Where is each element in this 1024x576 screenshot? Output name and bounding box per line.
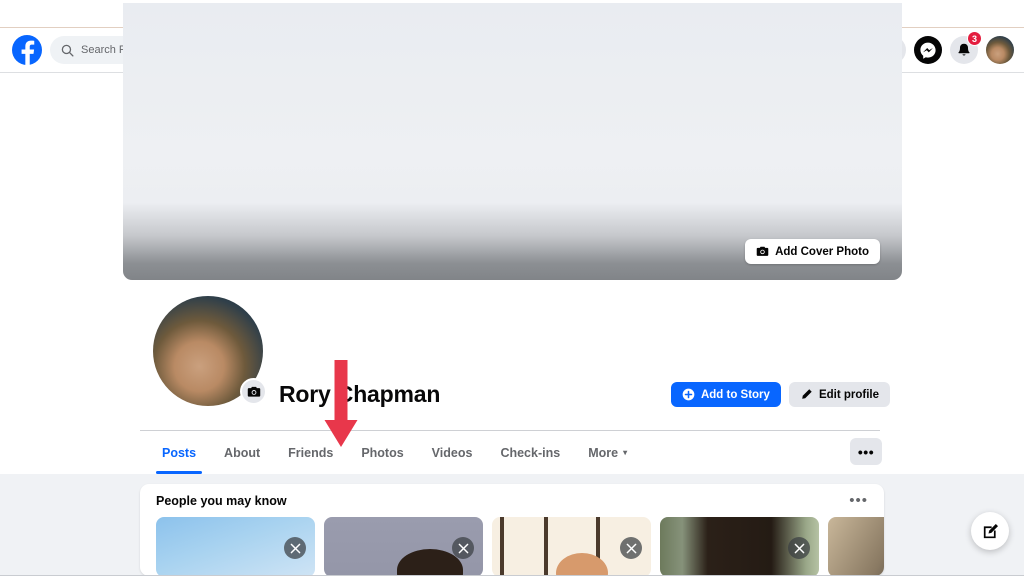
close-glyph bbox=[458, 543, 468, 553]
thumb-detail bbox=[544, 517, 548, 576]
list-item[interactable] bbox=[492, 517, 651, 576]
people-you-may-know-title: People you may know bbox=[156, 493, 287, 508]
account-avatar[interactable] bbox=[986, 36, 1014, 64]
list-item[interactable] bbox=[660, 517, 819, 576]
people-you-may-know-card: People you may know ••• bbox=[140, 484, 884, 576]
tab-photos-label: Photos bbox=[361, 445, 404, 460]
close-glyph bbox=[794, 543, 804, 553]
people-you-may-know-menu-button[interactable]: ••• bbox=[849, 493, 868, 508]
people-you-may-know-header: People you may know ••• bbox=[140, 484, 884, 517]
profile-avatar[interactable] bbox=[148, 291, 268, 411]
tab-friends-label: Friends bbox=[288, 445, 334, 460]
compose-button[interactable] bbox=[971, 512, 1009, 550]
close-icon[interactable] bbox=[284, 537, 306, 559]
edit-profile-label: Edit profile bbox=[818, 388, 879, 401]
tab-posts[interactable]: Posts bbox=[148, 431, 210, 474]
list-item[interactable] bbox=[828, 517, 884, 576]
edit-profile-button[interactable]: Edit profile bbox=[788, 382, 890, 407]
profile-more-options-button[interactable]: ••• bbox=[850, 438, 882, 465]
facebook-logo[interactable] bbox=[12, 35, 42, 65]
tab-checkins[interactable]: Check-ins bbox=[486, 431, 574, 474]
pencil-icon bbox=[802, 389, 812, 399]
tab-friends[interactable]: Friends bbox=[274, 431, 347, 474]
profile-more-options-label: ••• bbox=[857, 443, 875, 460]
tab-posts-label: Posts bbox=[162, 445, 197, 460]
close-icon[interactable] bbox=[620, 537, 642, 559]
avatar-image bbox=[986, 36, 1014, 64]
tab-more-label: More bbox=[588, 445, 619, 460]
add-to-story-button[interactable]: Add to Story bbox=[670, 382, 781, 407]
tab-about[interactable]: About bbox=[210, 431, 274, 474]
people-you-may-know-list bbox=[140, 517, 884, 576]
list-item[interactable] bbox=[156, 517, 315, 576]
profile-action-buttons: Add to Story Edit profile bbox=[670, 382, 890, 407]
list-item[interactable] bbox=[324, 517, 483, 576]
add-to-story-label: Add to Story bbox=[700, 388, 770, 401]
facebook-logo-icon bbox=[21, 40, 35, 65]
camera-icon bbox=[247, 386, 260, 397]
thumb-detail bbox=[500, 517, 504, 576]
notifications-badge: 3 bbox=[967, 31, 982, 46]
tab-videos[interactable]: Videos bbox=[418, 431, 487, 474]
profile-name: Rory Chapman bbox=[279, 381, 441, 407]
search-icon bbox=[61, 44, 74, 57]
chevron-down-icon: ▾ bbox=[623, 448, 628, 457]
cover-photo[interactable]: Add Cover Photo bbox=[123, 3, 902, 280]
compose-icon bbox=[983, 523, 998, 538]
profile-tabs: Posts About Friends Photos Videos Check-… bbox=[148, 431, 641, 474]
add-cover-photo-button[interactable]: Add Cover Photo bbox=[745, 239, 880, 264]
screenshot-root: Search Facebook bbox=[0, 0, 1024, 576]
camera-icon bbox=[756, 246, 769, 256]
close-glyph bbox=[290, 543, 300, 553]
tab-photos[interactable]: Photos bbox=[347, 431, 417, 474]
add-cover-photo-label: Add Cover Photo bbox=[775, 245, 869, 258]
close-glyph bbox=[626, 543, 636, 553]
tab-more[interactable]: More ▾ bbox=[574, 431, 641, 474]
plus-circle-icon bbox=[682, 388, 695, 401]
tab-videos-label: Videos bbox=[431, 445, 473, 460]
tab-checkins-label: Check-ins bbox=[500, 445, 561, 460]
close-icon[interactable] bbox=[788, 537, 810, 559]
messenger-button[interactable] bbox=[914, 36, 942, 64]
messenger-icon bbox=[914, 36, 942, 64]
avatar-camera-button[interactable] bbox=[240, 378, 267, 405]
notifications-button[interactable]: 3 bbox=[950, 31, 982, 64]
tab-about-label: About bbox=[224, 445, 261, 460]
close-icon[interactable] bbox=[452, 537, 474, 559]
